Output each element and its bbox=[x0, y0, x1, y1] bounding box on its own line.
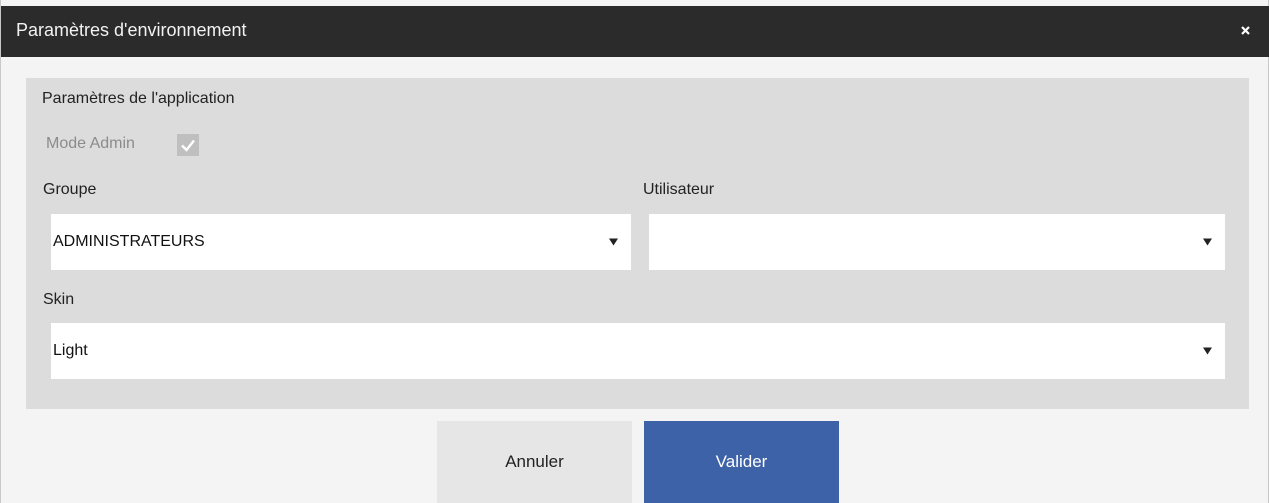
skin-select-value: Light bbox=[53, 342, 88, 359]
skin-select[interactable]: Light bbox=[51, 323, 1225, 379]
group-select[interactable]: ADMINISTRATEURS bbox=[51, 214, 631, 270]
validate-button[interactable]: Valider bbox=[644, 421, 839, 503]
cancel-button[interactable]: Annuler bbox=[437, 421, 632, 503]
admin-mode-checkbox[interactable] bbox=[177, 134, 199, 156]
settings-dialog: Paramètres d'environnement Paramètres de… bbox=[0, 0, 1269, 503]
checkmark-icon bbox=[181, 139, 195, 152]
chevron-down-icon bbox=[1203, 347, 1212, 355]
close-icon bbox=[1241, 26, 1250, 35]
group-label: Groupe bbox=[43, 181, 97, 198]
chevron-down-icon bbox=[609, 238, 618, 246]
section-title: Paramètres de l'application bbox=[42, 90, 235, 107]
group-select-value: ADMINISTRATEURS bbox=[53, 233, 205, 250]
user-label: Utilisateur bbox=[643, 181, 715, 198]
app-settings-panel: Paramètres de l'application Mode Admin G… bbox=[26, 78, 1249, 409]
close-button[interactable] bbox=[1236, 20, 1256, 40]
chevron-down-icon bbox=[1203, 238, 1212, 246]
skin-label: Skin bbox=[43, 291, 75, 308]
title-bar: Paramètres d'environnement bbox=[1, 6, 1269, 57]
user-select[interactable] bbox=[649, 214, 1225, 270]
admin-mode-label: Mode Admin bbox=[46, 135, 135, 152]
dialog-title: Paramètres d'environnement bbox=[16, 20, 247, 40]
